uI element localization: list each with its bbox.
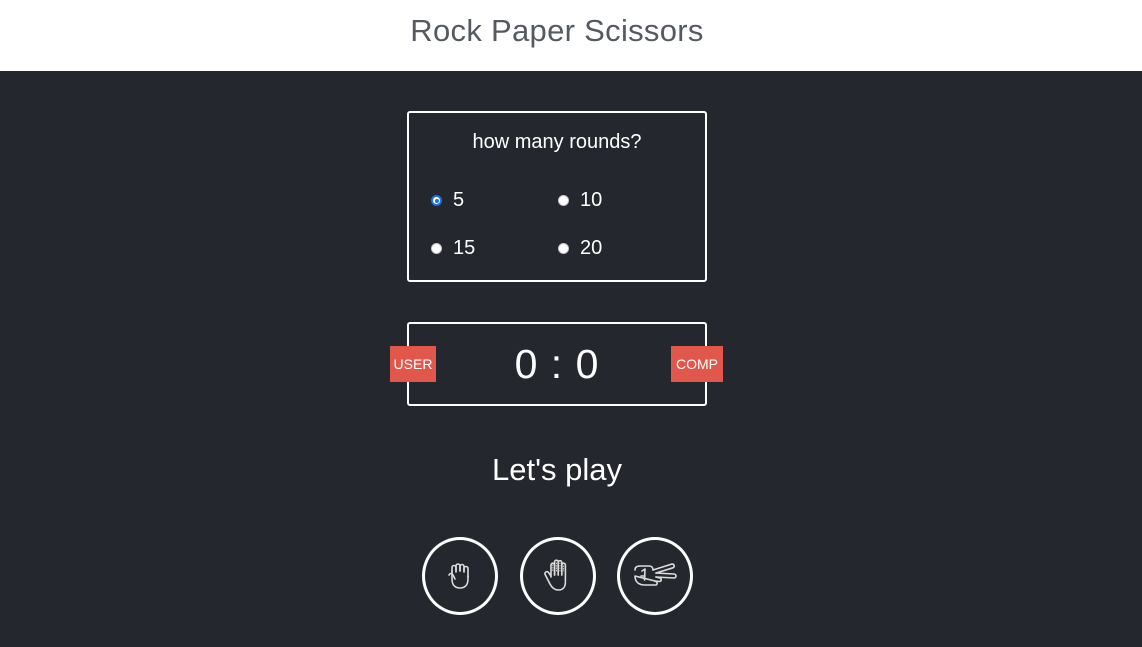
app-title: Rock Paper Scissors	[410, 13, 704, 48]
score-display: 0 : 0	[514, 341, 600, 387]
rounds-question: how many rounds?	[472, 131, 642, 153]
paper-button[interactable]	[520, 537, 596, 615]
comp-badge: COMP	[671, 346, 723, 382]
radio-5[interactable]	[431, 195, 442, 206]
scoreboard: 0 : 0	[407, 322, 707, 406]
scissors-hand-icon	[634, 563, 677, 586]
round-option-5[interactable]: 5	[431, 189, 464, 212]
top-bar: Rock Paper Scissors	[0, 0, 1142, 71]
game-message: Let's play	[492, 452, 622, 487]
paper-hand-icon	[544, 559, 567, 591]
rounds-selector: how many rounds? 5 10 15 20	[407, 111, 707, 282]
round-option-label: 15	[453, 237, 476, 259]
round-option-label: 10	[580, 189, 603, 211]
round-option-15[interactable]: 15	[431, 237, 475, 260]
rock-hand-icon	[448, 563, 469, 589]
round-option-10[interactable]: 10	[558, 189, 602, 212]
round-option-label: 5	[453, 189, 465, 211]
rock-button[interactable]	[422, 537, 498, 615]
user-badge: USER	[390, 346, 436, 382]
radio-15[interactable]	[431, 243, 442, 254]
radio-10[interactable]	[558, 195, 569, 206]
scissors-button[interactable]	[617, 537, 693, 615]
round-option-20[interactable]: 20	[558, 237, 602, 260]
radio-20[interactable]	[558, 243, 569, 254]
round-option-label: 20	[580, 237, 603, 259]
